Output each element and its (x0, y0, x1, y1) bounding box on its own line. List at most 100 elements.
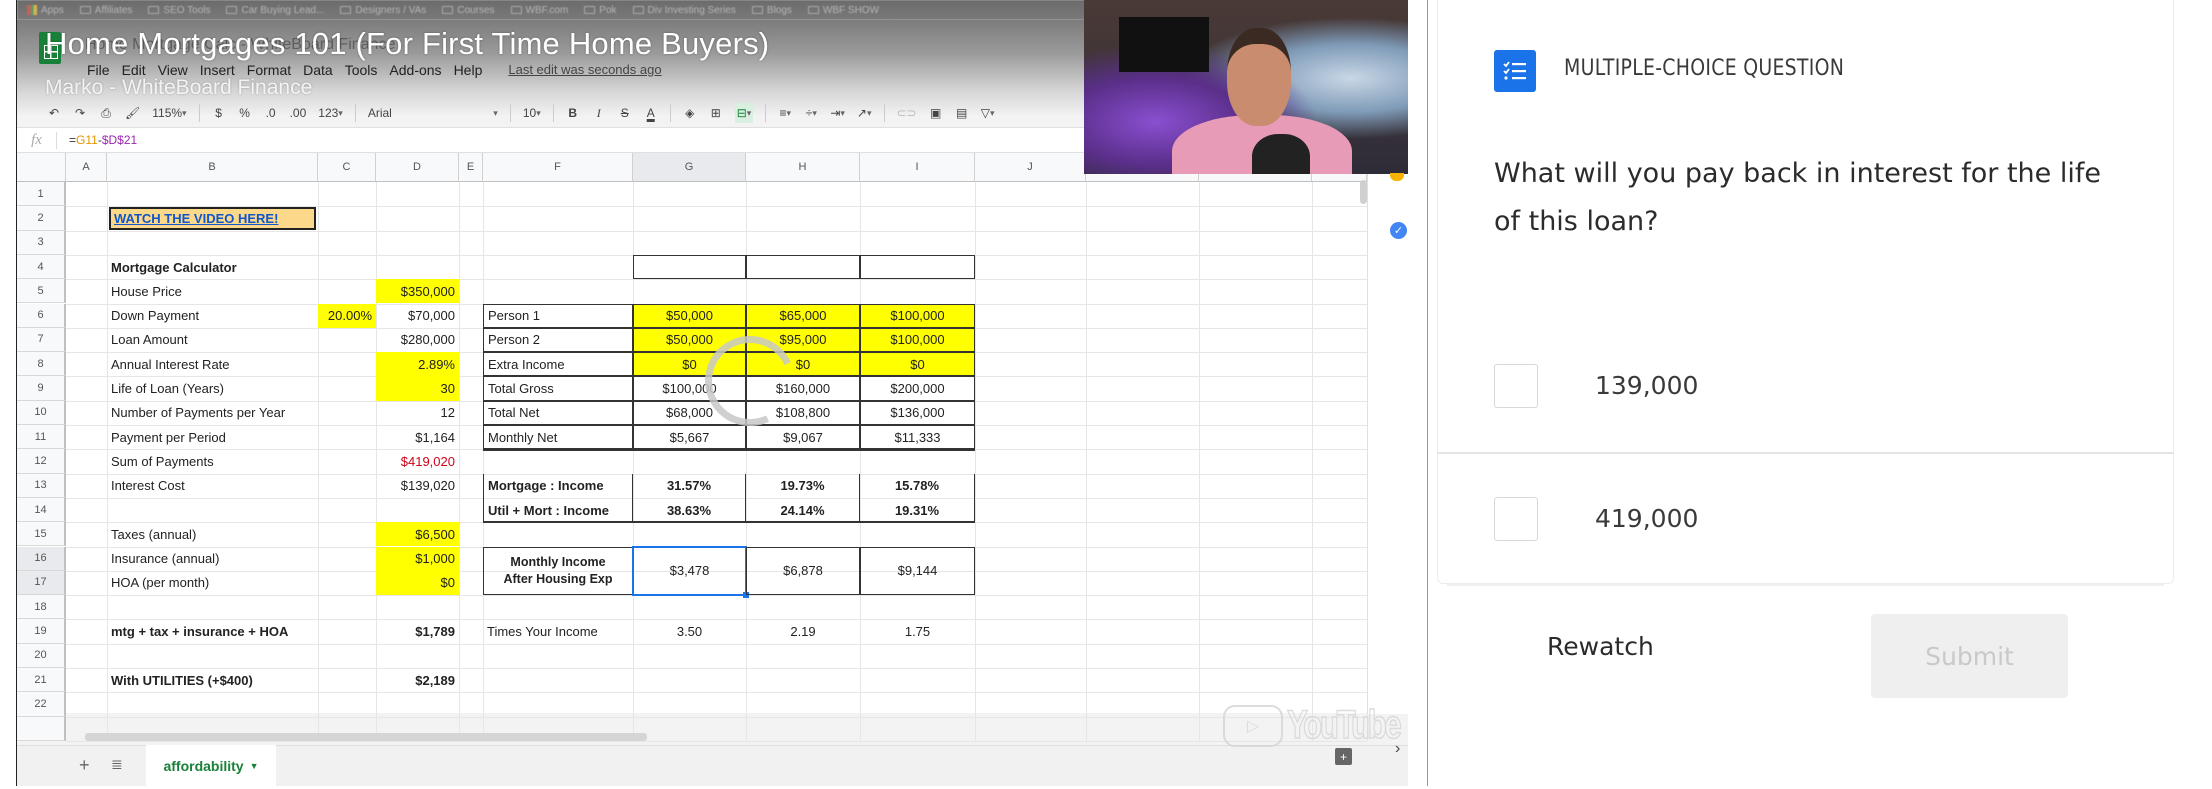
income-label[interactable]: Total Net (483, 400, 633, 425)
income-value[interactable]: $0 (860, 352, 975, 377)
row-header[interactable]: 7 (17, 327, 66, 353)
row-header[interactable]: 2 (17, 206, 66, 231)
row-label[interactable]: Interest Cost (107, 474, 318, 498)
row-header[interactable] (17, 716, 66, 741)
column-header[interactable]: A (66, 153, 107, 182)
column-header[interactable]: H (746, 153, 860, 182)
row-header[interactable]: 12 (17, 449, 66, 474)
option-checkbox[interactable] (1494, 496, 1538, 541)
row-header[interactable]: 11 (17, 425, 66, 450)
option-checkbox[interactable] (1494, 363, 1538, 408)
row-header[interactable]: 10 (17, 400, 66, 425)
ratio-value[interactable]: 31.57% (633, 473, 746, 498)
answer-option[interactable]: 139,000 (1437, 320, 2174, 451)
ratio-value[interactable]: 15.78% (860, 473, 975, 498)
column-header[interactable]: J (975, 153, 1086, 182)
submit-button[interactable]: Submit (1871, 614, 2068, 698)
value-cell[interactable]: $0 (376, 570, 459, 596)
row-header[interactable]: 19 (17, 619, 66, 644)
row-header[interactable]: 14 (17, 497, 66, 523)
column-header[interactable]: D (376, 153, 459, 182)
times-income-value[interactable]: 3.50 (633, 619, 746, 643)
row-header[interactable]: 22 (17, 692, 66, 717)
times-income-label[interactable]: Times Your Income (483, 619, 633, 643)
column-header[interactable]: C (318, 153, 376, 182)
value-cell[interactable]: $70,000 (376, 304, 459, 328)
column-header[interactable]: G (633, 153, 746, 182)
column-header[interactable]: F (483, 153, 633, 182)
after-housing-value[interactable]: $9,144 (860, 546, 975, 596)
down-payment-percent[interactable]: 20.00% (318, 303, 376, 328)
value-cell[interactable]: 12 (376, 401, 459, 425)
row-label[interactable]: Annual Interest Rate (107, 352, 318, 376)
row-label[interactable]: Number of Payments per Year (107, 401, 318, 425)
value-cell[interactable]: $2,189 (376, 668, 459, 692)
times-income-value[interactable]: 1.75 (860, 619, 975, 643)
value-cell[interactable]: $139,020 (376, 474, 459, 498)
rewatch-button[interactable]: Rewatch (1547, 632, 1654, 661)
selected-cell[interactable]: $3,478 (632, 545, 749, 598)
calc-title[interactable]: Mortgage Calculator (107, 255, 318, 279)
income-value[interactable]: $11,333 (860, 425, 975, 450)
youtube-logo[interactable]: ▷ YouTube (1223, 702, 1408, 748)
column-header[interactable]: E (459, 153, 483, 182)
video-title[interactable]: Home Mortgages 101 (For First Time Home … (45, 26, 769, 62)
ratio-value[interactable]: 38.63% (633, 497, 746, 523)
row-label[interactable]: mtg + tax + insurance + HOA (107, 619, 318, 643)
channel-name[interactable]: Marko - WhiteBoard Finance (45, 76, 312, 100)
value-cell[interactable]: 2.89% (376, 352, 459, 377)
row-label[interactable]: House Price (107, 279, 318, 303)
income-value[interactable]: $100,000 (860, 303, 975, 328)
row-label[interactable]: Taxes (annual) (107, 522, 318, 546)
ratio-label[interactable]: Util + Mort : Income (483, 497, 633, 523)
income-label[interactable]: Monthly Net (483, 425, 633, 450)
times-income-value[interactable]: 2.19 (746, 619, 860, 643)
income-label[interactable]: Person 2 (483, 327, 633, 353)
income-value[interactable]: $9,067 (746, 425, 860, 450)
watch-video-link[interactable]: WATCH THE VIDEO HERE! (109, 207, 316, 230)
select-all-corner[interactable] (17, 153, 66, 182)
row-header[interactable]: 5 (17, 279, 66, 304)
value-cell[interactable]: $419,020 (376, 449, 459, 473)
row-header[interactable]: 21 (17, 668, 66, 693)
column-header[interactable]: I (860, 153, 975, 182)
row-header[interactable]: 9 (17, 376, 66, 401)
row-label[interactable]: HOA (per month) (107, 571, 318, 595)
row-label[interactable]: Sum of Payments (107, 449, 318, 473)
row-header[interactable]: 8 (17, 352, 66, 377)
ratio-value[interactable]: 19.73% (746, 473, 860, 498)
income-value[interactable]: $200,000 (860, 376, 975, 401)
row-label[interactable]: Loan Amount (107, 328, 318, 352)
row-label[interactable]: Life of Loan (Years) (107, 376, 318, 400)
row-header[interactable]: 13 (17, 473, 66, 498)
row-header[interactable]: 15 (17, 522, 66, 547)
value-cell[interactable]: $1,164 (376, 425, 459, 449)
income-header-cell[interactable] (746, 254, 860, 280)
row-header[interactable]: 6 (17, 303, 66, 328)
income-value[interactable]: $5,667 (633, 425, 746, 450)
value-cell[interactable]: $6,500 (376, 522, 459, 547)
ratio-label[interactable]: Mortgage : Income (483, 473, 633, 498)
value-cell[interactable]: $350,000 (376, 279, 459, 304)
row-header[interactable]: 18 (17, 595, 66, 620)
row-header[interactable]: 17 (17, 570, 66, 596)
value-cell[interactable]: $280,000 (376, 328, 459, 352)
row-header[interactable]: 3 (17, 230, 66, 255)
row-header[interactable]: 20 (17, 643, 66, 668)
income-header-cell[interactable] (860, 254, 975, 280)
answer-option[interactable]: 419,000 (1437, 452, 2174, 583)
income-value[interactable]: $136,000 (860, 400, 975, 425)
value-cell[interactable]: $1,000 (376, 546, 459, 571)
video-player[interactable]: Apps Affiliates SEO Tools Car Buying Lea… (16, 0, 1408, 786)
row-label[interactable]: Payment per Period (107, 425, 318, 449)
row-label[interactable]: With UTILITIES (+$400) (107, 668, 318, 692)
income-value[interactable]: $100,000 (860, 327, 975, 353)
row-label[interactable]: Down Payment (107, 304, 318, 328)
row-header[interactable]: 1 (17, 182, 66, 207)
income-label[interactable]: Total Gross (483, 376, 633, 401)
ratio-value[interactable]: 19.31% (860, 497, 975, 523)
income-value[interactable]: $65,000 (746, 303, 860, 328)
after-housing-value[interactable]: $6,878 (746, 546, 860, 596)
income-value[interactable]: $50,000 (633, 303, 746, 328)
income-header-cell[interactable] (633, 254, 746, 280)
